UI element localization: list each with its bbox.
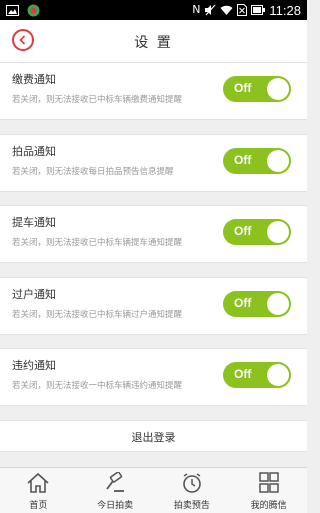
bottom-nav: 首页 今日拍卖 拍卖预告 我的腾信	[0, 467, 307, 513]
setting-title: 提车通知	[12, 216, 56, 229]
toggle-knob	[267, 150, 289, 172]
wifi-icon	[220, 5, 233, 15]
setting-row-transfer: 过户通知 若关闭，则无法接收已中标车辆过户通知提醒 Off	[0, 277, 307, 335]
app-icon	[27, 4, 40, 16]
nav-label: 今日拍卖	[97, 501, 134, 511]
logout-label: 退出登录	[131, 431, 176, 444]
image-icon	[6, 4, 19, 16]
breach-notice-toggle[interactable]: Off	[223, 362, 291, 388]
setting-title: 违约通知	[12, 359, 56, 372]
nav-item-my-account[interactable]: 我的腾信	[230, 468, 307, 513]
setting-description: 若关闭，则无法接收已中标车辆缴费通知提醒	[12, 95, 183, 105]
alarm-clock-icon	[183, 473, 201, 493]
pickup-notice-toggle[interactable]: Off	[223, 219, 291, 245]
toggle-label: Off	[234, 296, 252, 310]
no-sim-icon	[237, 4, 248, 16]
nav-item-home[interactable]: 首页	[0, 468, 77, 513]
grid-icon	[258, 472, 279, 493]
page-title: 设 置	[134, 35, 173, 51]
nfc-icon: N	[192, 3, 201, 16]
setting-description: 若关闭，则无法接收已中标车辆提车通知提醒	[12, 238, 183, 248]
toggle-knob	[267, 293, 289, 315]
home-icon	[27, 472, 49, 493]
toggle-label: Off	[234, 153, 252, 167]
lot-notice-toggle[interactable]: Off	[223, 148, 291, 174]
header-bar: 设 置	[0, 20, 307, 63]
toggle-label: Off	[234, 81, 252, 95]
nav-label: 拍卖预告	[173, 501, 210, 511]
payment-notice-toggle[interactable]: Off	[223, 76, 291, 102]
setting-row-pickup: 提车通知 若关闭，则无法接收已中标车辆提车通知提醒 Off	[0, 205, 307, 263]
toggle-label: Off	[234, 224, 252, 238]
toggle-knob	[267, 78, 289, 100]
setting-title: 过户通知	[12, 288, 56, 301]
setting-row-payment: 缴费通知 若关闭，则无法接收已中标车辆缴费通知提醒 Off	[0, 62, 307, 120]
nav-label: 首页	[29, 501, 48, 511]
setting-row-breach: 违约通知 若关闭，则无法接收一中标车辆违约通知提醒 Off	[0, 348, 307, 406]
nav-item-auction-preview[interactable]: 拍卖预告	[154, 468, 231, 513]
nav-label: 我的腾信	[250, 501, 287, 511]
toggle-knob	[267, 364, 289, 386]
clock-text: 11:28	[269, 2, 301, 18]
status-bar: N 11:28	[0, 0, 307, 20]
setting-title: 拍品通知	[12, 145, 56, 158]
nav-item-today-auction[interactable]: 今日拍卖	[77, 468, 154, 513]
setting-title: 缴费通知	[12, 73, 56, 86]
logout-button[interactable]: 退出登录	[0, 420, 307, 452]
mute-icon	[205, 4, 216, 16]
setting-description: 若关闭，则无法接收每日拍品预告信息提醒	[12, 167, 174, 177]
battery-icon	[251, 5, 266, 15]
setting-description: 若关闭，则无法接收已中标车辆过户通知提醒	[12, 310, 183, 320]
toggle-knob	[267, 221, 289, 243]
toggle-label: Off	[234, 367, 252, 381]
transfer-notice-toggle[interactable]: Off	[223, 291, 291, 317]
setting-row-lot: 拍品通知 若关闭，则无法接收每日拍品预告信息提醒 Off	[0, 134, 307, 192]
setting-description: 若关闭，则无法接收一中标车辆违约通知提醒	[12, 381, 183, 391]
gavel-icon	[106, 472, 125, 492]
